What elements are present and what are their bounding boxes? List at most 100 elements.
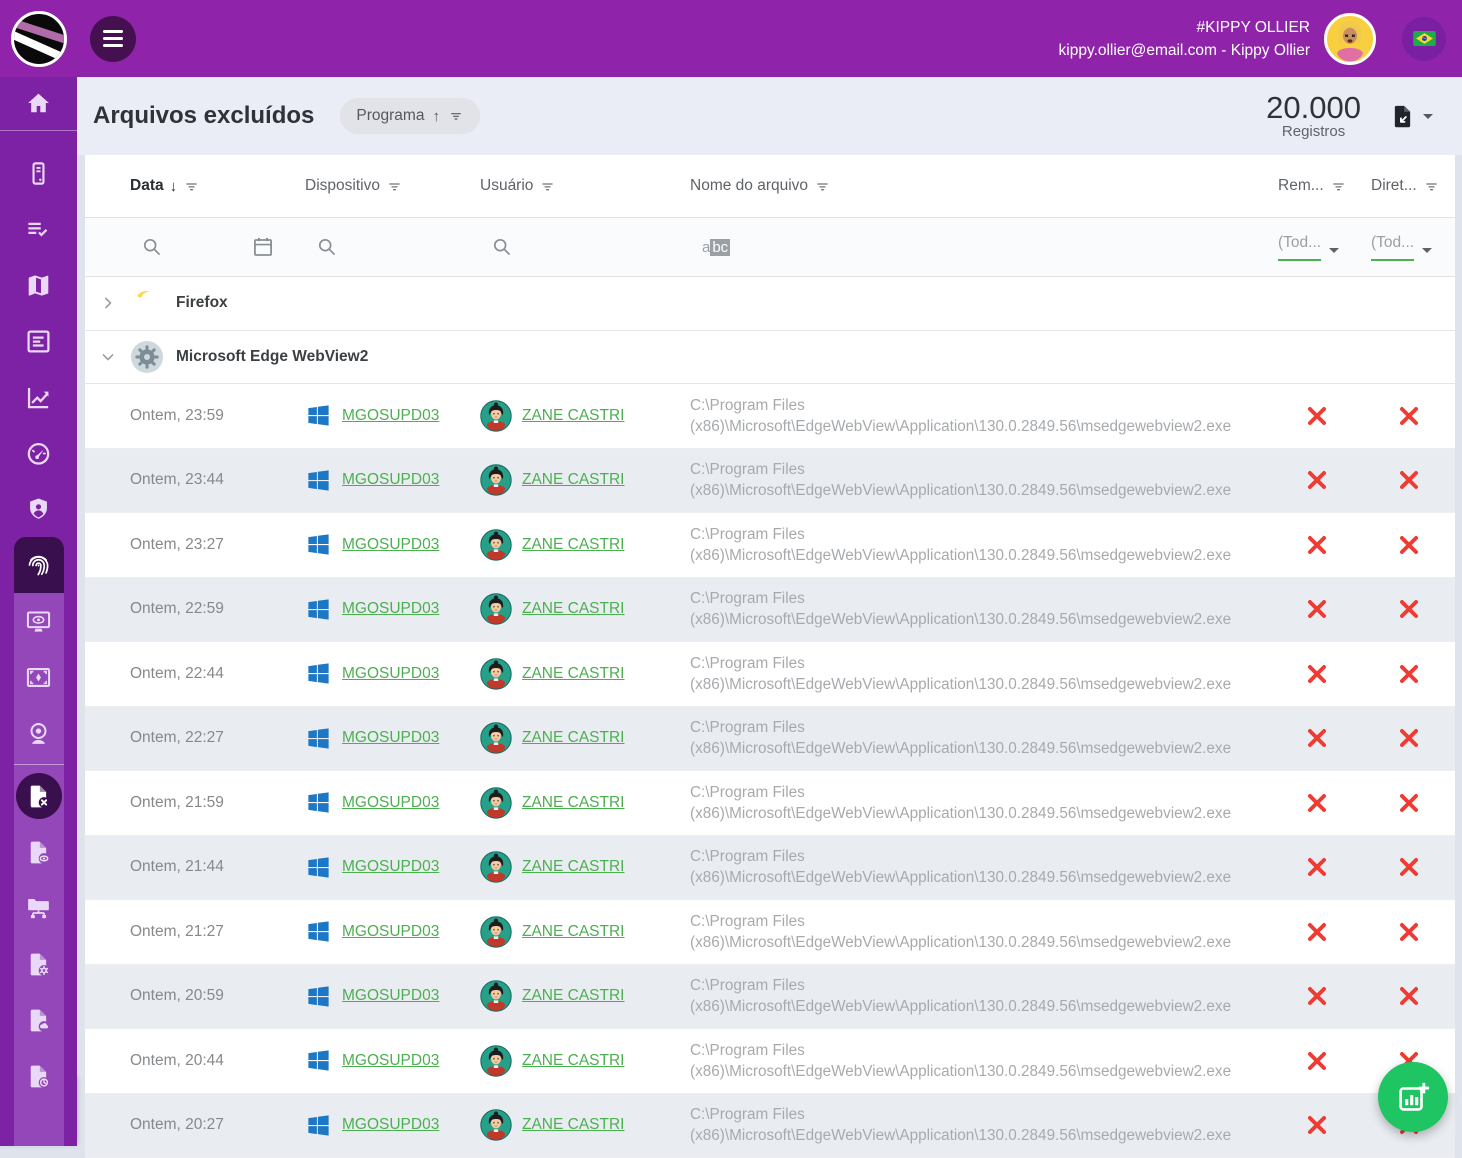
search-icon[interactable] [140,235,164,259]
directory-x-icon[interactable] [1396,532,1422,558]
column-header-device[interactable]: Dispositivo [305,177,480,195]
user-link[interactable]: ZANE CASTRI [522,600,624,618]
device-link[interactable]: MGOSUPD03 [342,794,439,812]
removed-x-icon[interactable] [1304,596,1330,622]
sidebar-item-gauge[interactable] [0,425,77,481]
user-link[interactable]: ZANE CASTRI [522,665,624,683]
removed-x-icon[interactable] [1304,1112,1330,1138]
directory-x-icon[interactable] [1396,983,1422,1009]
sidebar-item-file-eye[interactable] [14,824,64,880]
search-icon[interactable] [490,235,514,259]
search-icon[interactable] [315,235,339,259]
user-link[interactable]: ZANE CASTRI [522,1116,624,1134]
user-link[interactable]: ZANE CASTRI [522,407,624,425]
user-avatar-button[interactable] [1324,13,1376,65]
device-link[interactable]: MGOSUPD03 [342,471,439,489]
directory-filter-dropdown[interactable]: (Tod... [1371,234,1432,261]
header-filter-icon[interactable] [539,178,556,195]
user-filter-cell[interactable] [480,218,690,276]
device-link[interactable]: MGOSUPD03 [342,923,439,941]
user-link[interactable]: ZANE CASTRI [522,858,624,876]
menu-toggle-button[interactable] [90,16,136,62]
sidebar-item-file-cloud[interactable] [14,992,64,1048]
sidebar-item-file-clock[interactable] [14,1048,64,1104]
directory-x-icon[interactable] [1396,661,1422,687]
user-link[interactable]: ZANE CASTRI [522,1052,624,1070]
header-filter-icon[interactable] [814,178,831,195]
directory-x-icon[interactable] [1396,403,1422,429]
directory-x-icon[interactable] [1396,919,1422,945]
user-link[interactable]: ZANE CASTRI [522,987,624,1005]
sidebar-item-devices[interactable] [0,145,77,201]
column-header-file[interactable]: Nome do arquivo [690,177,1270,195]
removed-x-icon[interactable] [1304,532,1330,558]
sidebar-item-folder-network[interactable] [14,880,64,936]
language-flag-button[interactable] [1402,17,1446,61]
sidebar-item-chart-line[interactable] [0,369,77,425]
device-link[interactable]: MGOSUPD03 [342,1052,439,1070]
column-header-directory[interactable]: Diret... [1363,177,1455,195]
directory-x-icon[interactable] [1396,854,1422,880]
removed-filter-dropdown[interactable]: (Tod... [1278,234,1339,261]
text-filter-mode-icon[interactable]: abc [702,239,730,256]
sidebar-item-file-delete[interactable] [14,768,64,824]
group-row-firefox[interactable]: Firefox [85,277,1455,331]
device-link[interactable]: MGOSUPD03 [342,1116,439,1134]
removed-x-icon[interactable] [1304,725,1330,751]
device-link[interactable]: MGOSUPD03 [342,729,439,747]
device-link[interactable]: MGOSUPD03 [342,536,439,554]
export-button[interactable] [1389,103,1433,130]
removed-x-icon[interactable] [1304,983,1330,1009]
device-link[interactable]: MGOSUPD03 [342,407,439,425]
device-link[interactable]: MGOSUPD03 [342,665,439,683]
user-link[interactable]: ZANE CASTRI [522,536,624,554]
removed-x-icon[interactable] [1304,919,1330,945]
removed-x-icon[interactable] [1304,403,1330,429]
calendar-icon[interactable] [251,235,275,259]
device-filter-cell[interactable] [305,218,480,276]
add-chart-fab-button[interactable] [1378,1062,1448,1132]
removed-x-icon[interactable] [1304,790,1330,816]
row-date: Ontem, 20:59 [130,987,305,1005]
firefox-icon [130,286,164,320]
column-header-date[interactable]: Data ↓ [130,177,305,195]
header-filter-icon[interactable] [1330,178,1347,195]
header-filter-icon[interactable] [386,178,403,195]
user-link[interactable]: ZANE CASTRI [522,729,624,747]
removed-x-icon[interactable] [1304,854,1330,880]
sidebar-item-home[interactable] [0,77,77,130]
directory-x-icon[interactable] [1396,790,1422,816]
sidebar-item-chart-bars[interactable] [0,313,77,369]
user-link[interactable]: ZANE CASTRI [522,923,624,941]
removed-x-icon[interactable] [1304,661,1330,687]
user-link[interactable]: ZANE CASTRI [522,471,624,489]
sidebar-item-webcam[interactable] [14,705,64,761]
collapse-chevron-icon[interactable] [85,347,130,367]
sidebar-item-tasks[interactable] [0,201,77,257]
date-filter-cell[interactable] [130,218,305,276]
directory-x-icon[interactable] [1396,596,1422,622]
sidebar-item-shield-user[interactable] [0,481,77,537]
directory-x-icon[interactable] [1396,725,1422,751]
directory-x-icon[interactable] [1396,467,1422,493]
column-header-user[interactable]: Usuário [480,177,690,195]
removed-x-icon[interactable] [1304,1048,1330,1074]
group-by-chip[interactable]: Programa ↑ [340,98,480,134]
group-row-edge-webview[interactable]: Microsoft Edge WebView2 [85,331,1455,385]
file-filter-cell[interactable]: abc [690,218,1270,276]
sidebar-item-map[interactable] [0,257,77,313]
sidebar-item-file-gear[interactable] [14,936,64,992]
device-link[interactable]: MGOSUPD03 [342,858,439,876]
header-filter-icon[interactable] [183,178,200,195]
removed-x-icon[interactable] [1304,467,1330,493]
header-filter-icon[interactable] [1423,178,1440,195]
device-link[interactable]: MGOSUPD03 [342,600,439,618]
sidebar-item-screenshot[interactable] [14,649,64,705]
app-logo[interactable] [0,0,77,77]
sidebar-item-fingerprint[interactable] [14,537,64,593]
device-link[interactable]: MGOSUPD03 [342,987,439,1005]
user-link[interactable]: ZANE CASTRI [522,794,624,812]
expand-chevron-icon[interactable] [85,293,130,313]
column-header-removed[interactable]: Rem... [1270,177,1363,195]
sidebar-item-screen-eye[interactable] [14,593,64,649]
